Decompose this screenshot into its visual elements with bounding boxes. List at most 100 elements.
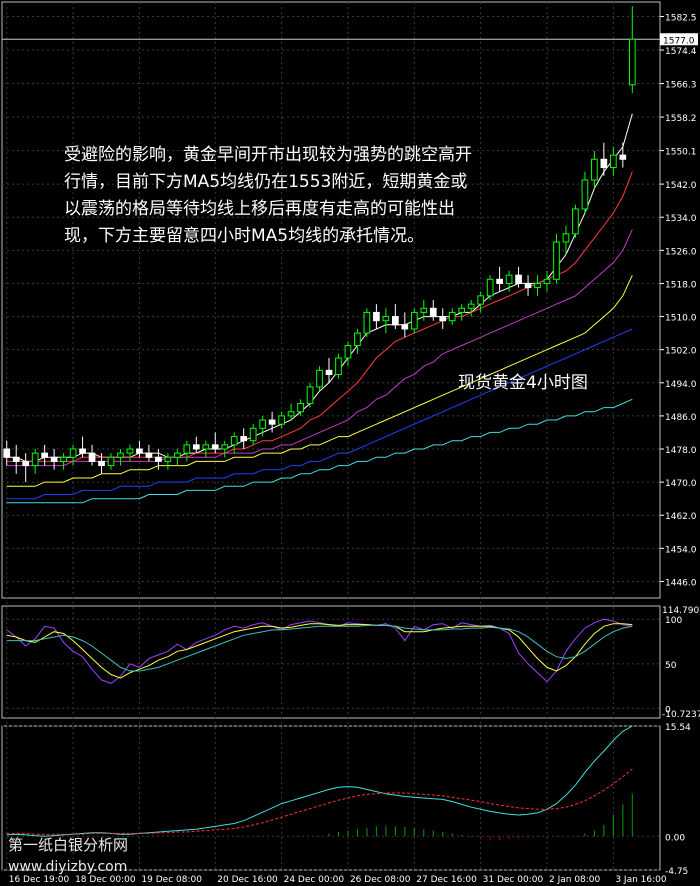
price-tick-label: 1510.0 — [665, 314, 697, 324]
candle-body — [31, 452, 39, 467]
candle-body — [126, 448, 134, 454]
candle-body — [410, 311, 418, 330]
chart-label: 现货黄金4小时图 — [458, 373, 588, 393]
candle-body — [486, 278, 494, 297]
candle-body — [136, 448, 143, 454]
candle-body — [22, 460, 30, 467]
price-tick-label: 1486.0 — [665, 413, 697, 423]
candle-body — [3, 448, 11, 458]
price-tick-label: 1454.0 — [665, 545, 697, 555]
candle-body — [572, 208, 579, 235]
analysis-commentary: 受避险的影响，黄金早间开市出现较为强势的跳空高开行情，目前下方MA5均线仍在15… — [64, 145, 472, 246]
time-tick-label: 31 Dec 00:00 — [483, 875, 544, 885]
candle-body — [287, 411, 295, 417]
stoch-max-label: 114.7902 — [662, 606, 700, 616]
candle-body — [392, 316, 399, 326]
stoch-tick-label: 50 — [665, 661, 677, 671]
candle-body — [439, 316, 447, 322]
candle-body — [174, 452, 181, 458]
price-tick-label: 1470.0 — [665, 479, 697, 489]
candle-body — [240, 436, 248, 442]
candle-body — [145, 452, 153, 458]
chart: 1582.5 1574.4 1566.3 1558.2 1550.1 1542.0 1534… — [0, 0, 700, 886]
candle-body — [600, 158, 608, 169]
candle-body — [325, 369, 333, 376]
candle-body — [50, 456, 58, 462]
candle-body — [448, 311, 456, 322]
candle-body — [562, 233, 570, 243]
candle-body — [543, 278, 551, 284]
time-tick-label: 3 Jan 16:00 — [615, 875, 667, 885]
candle-body — [297, 402, 304, 413]
candle-body — [363, 311, 371, 334]
candle-body — [458, 307, 466, 313]
macd-tick-label: 15.54 — [665, 723, 691, 733]
candle-body — [278, 415, 285, 425]
candle-body — [382, 316, 390, 322]
candle-body — [373, 311, 380, 322]
candle-body — [117, 452, 124, 458]
candle-body — [335, 357, 342, 376]
stoch-tick-label: 100 — [665, 616, 682, 626]
candle-body — [467, 303, 475, 309]
candle-body — [354, 332, 361, 347]
price-tick-label: 1478.0 — [665, 446, 697, 456]
watermark: 第一纸白银分析网 www.diyizby.com — [8, 834, 128, 878]
candle-body — [183, 444, 191, 454]
price-tick-label: 1558.2 — [665, 114, 697, 124]
price-tick-label: 1502.0 — [665, 347, 697, 357]
time-tick-label: 27 Dec 16:00 — [416, 875, 477, 885]
price-tick-label: 1582.5 — [665, 13, 697, 23]
time-tick-label: 26 Dec 08:00 — [350, 875, 411, 885]
candle-body — [524, 282, 532, 289]
candle-body — [79, 448, 86, 454]
candle-body — [420, 307, 428, 313]
time-tick-label: 19 Dec 08:00 — [141, 875, 202, 885]
candle-body — [591, 158, 598, 181]
candle-body — [429, 307, 437, 318]
candle-body — [610, 154, 617, 169]
price-tick-label: 1574.4 — [665, 47, 697, 57]
watermark-site-name: 第一纸白银分析网 — [8, 836, 129, 854]
candle-body — [515, 274, 522, 284]
candle-body — [306, 386, 314, 404]
candle-body — [259, 419, 266, 429]
candle-body — [202, 444, 210, 450]
price-tick-label: 1550.1 — [665, 148, 697, 158]
price-tick-label: 1462.0 — [665, 512, 697, 522]
candle-body — [12, 456, 20, 462]
time-tick-label: 2 Jan 08:00 — [549, 875, 601, 885]
watermark-url: www.diyizby.com — [8, 859, 128, 875]
candle-body — [534, 282, 541, 289]
price-tick-label: 1446.0 — [665, 578, 697, 588]
candle-body — [249, 427, 257, 442]
stoch-min-label: -10.7237 — [662, 710, 700, 720]
price-tick-label: 1518.0 — [665, 280, 697, 290]
candle-body — [221, 444, 229, 450]
time-tick-label: 24 Dec 00:00 — [284, 875, 345, 885]
candle-body — [88, 452, 96, 462]
candle-body — [192, 444, 200, 450]
candle-body — [477, 295, 484, 305]
candle-body — [211, 444, 219, 450]
candle-body — [107, 456, 115, 467]
price-tick-label: 1534.0 — [665, 214, 697, 224]
candle-body — [69, 448, 77, 458]
candle-body — [505, 274, 513, 284]
macd-tick-label: 0.00 — [665, 833, 685, 843]
time-tick-label: 20 Dec 16:00 — [217, 875, 278, 885]
candle-body — [60, 456, 67, 462]
candle-body — [268, 419, 276, 425]
candle-body — [496, 278, 503, 284]
candle-body — [164, 456, 172, 462]
candle-body — [581, 179, 589, 210]
price-tick-label: 1494.0 — [665, 380, 697, 390]
price-tick-label: 1566.3 — [665, 81, 697, 91]
candle-body — [98, 460, 105, 467]
candle-body — [41, 452, 48, 458]
price-tick-label: 1542.0 — [665, 181, 697, 191]
candle-body — [628, 38, 636, 86]
candle-body — [316, 369, 323, 388]
candle-body — [553, 241, 560, 280]
price-tick-label: 1526.0 — [665, 247, 697, 257]
